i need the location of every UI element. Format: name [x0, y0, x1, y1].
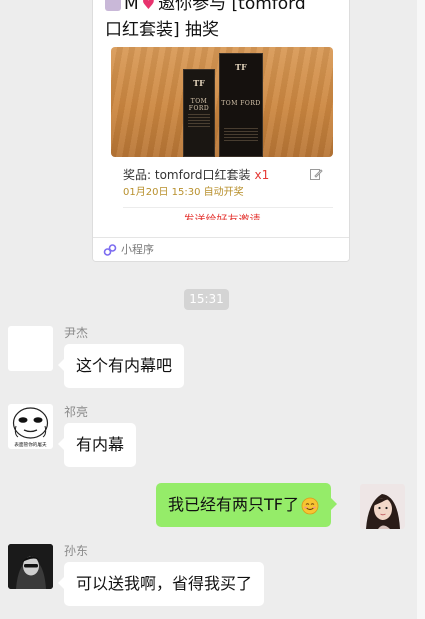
divider — [123, 207, 333, 208]
avatar[interactable] — [8, 326, 53, 371]
mini-program-title: M ♥ 邀你参与 [tomford 口红套装] 抽奖 — [105, 0, 341, 43]
title-prefix: M — [124, 0, 139, 14]
sender-name: 祁亮 — [64, 405, 89, 419]
avatar[interactable] — [8, 544, 53, 589]
box-tf-label-large: TF — [235, 62, 247, 72]
edit-icon[interactable] — [309, 167, 323, 181]
meme-face-icon: 表面管你的屠夫 — [12, 407, 49, 448]
mini-program-label: 小程序 — [121, 243, 154, 256]
mini-program-footer: 小程序 — [93, 237, 349, 261]
message-bubble[interactable]: 有内幕 — [57, 423, 137, 467]
chat-timestamp: 15:31 — [184, 289, 229, 310]
sender-name: 尹杰 — [64, 326, 89, 340]
prize-label: 奖品: tomford口红套装 — [123, 168, 251, 182]
invite-friends-link[interactable]: 发送给好友邀请 — [93, 212, 349, 220]
smiling-face-emoji — [301, 497, 319, 514]
title-line2: 口红套装] 抽奖 — [105, 20, 220, 40]
mini-program-card[interactable]: M ♥ 邀你参与 [tomford 口红套装] 抽奖 TF TOM FORD TF … — [92, 0, 350, 262]
lipstick-box-large: TF TOM FORD — [219, 53, 263, 157]
mini-program-icon — [103, 244, 117, 256]
box-brand-small: TOM FORD — [188, 98, 210, 112]
box-text-lines — [188, 114, 210, 128]
prize-row: 奖品: tomford口红套装 x1 — [123, 165, 333, 185]
box-brand-large: TOM FORD — [221, 100, 261, 107]
lipstick-box-small: TF TOM FORD — [183, 69, 215, 157]
message-bubble-outgoing[interactable]: 我已经有两只TF了 — [156, 483, 337, 527]
title-line1: 邀你参与 [tomford — [158, 0, 306, 14]
scroll-strip — [417, 0, 425, 619]
message-bubble[interactable]: 可以送我啊，省得我买了 — [57, 562, 265, 606]
sender-name: 孙东 — [64, 544, 89, 558]
profile-photo-icon — [360, 484, 405, 529]
avatar[interactable]: 表面管你的屠夫 — [8, 404, 53, 449]
meme-caption: 表面管你的屠夫 — [14, 441, 47, 448]
prize-qty: x1 — [254, 168, 270, 182]
draw-time: 01月20日 15:30 自动开奖 — [123, 187, 244, 198]
message-text: 我已经有两只TF了 — [168, 495, 299, 514]
box-tf-label: TF — [193, 78, 205, 88]
profile-photo-icon — [8, 544, 53, 589]
box-text-lines — [224, 128, 258, 142]
sender-avatar-icon — [105, 0, 121, 11]
product-image[interactable]: TF TOM FORD TF TOM FORD — [111, 47, 333, 157]
avatar-self[interactable] — [360, 484, 405, 529]
message-bubble[interactable]: 这个有内幕吧 — [57, 344, 185, 388]
chat-page: M ♥ 邀你参与 [tomford 口红套装] 抽奖 TF TOM FORD TF … — [0, 0, 425, 619]
heart-icon: ♥ — [141, 0, 156, 13]
